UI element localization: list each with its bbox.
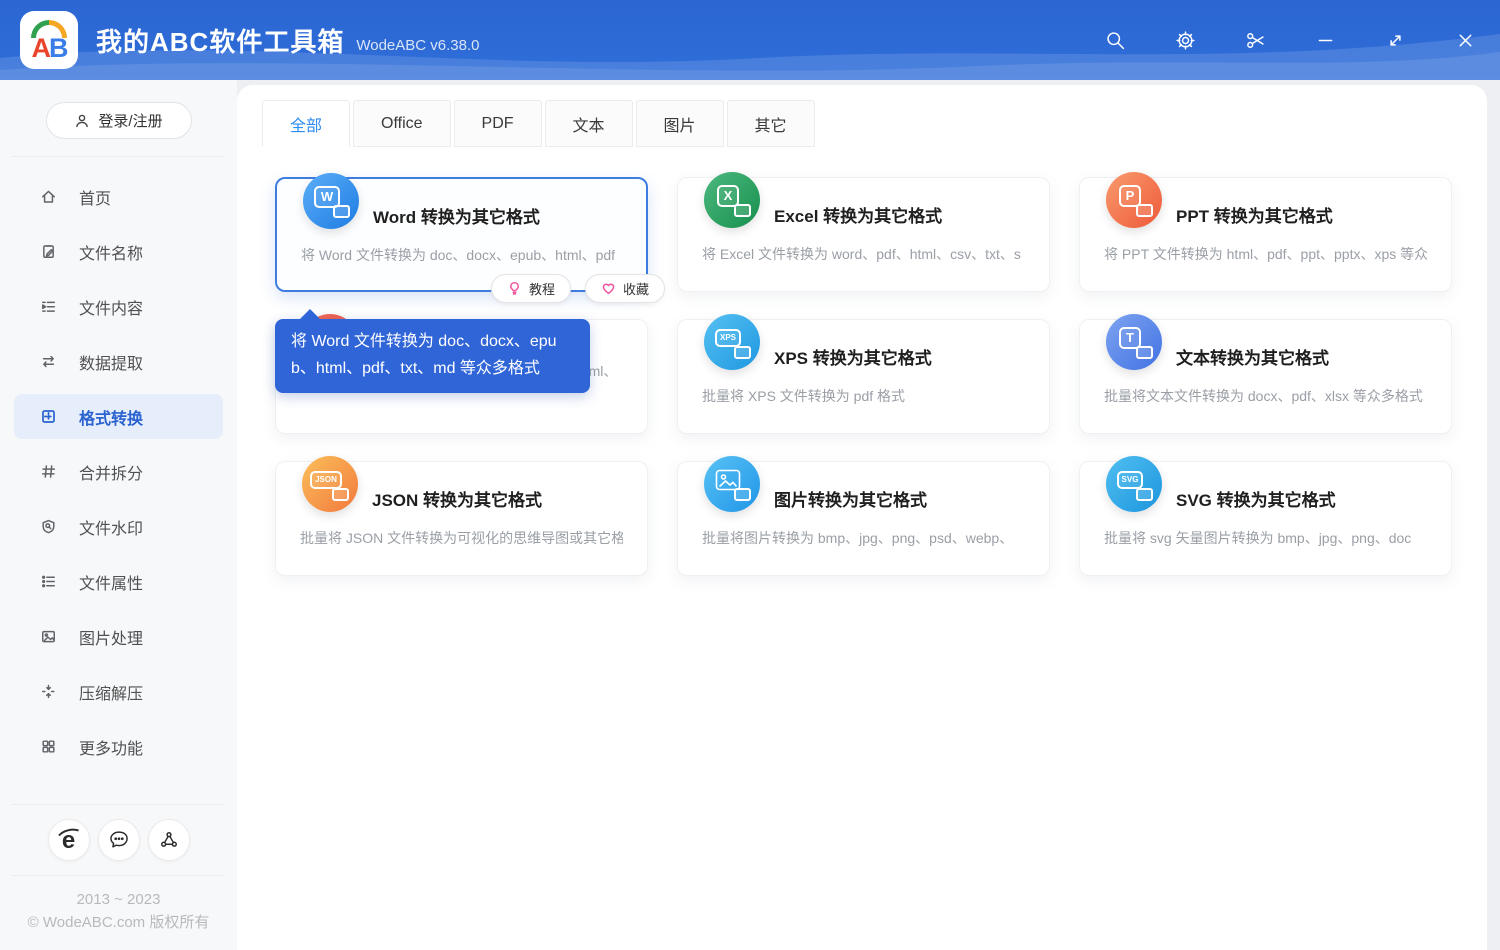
copyright-years: 2013 ~ 2023 [76,891,161,908]
sidebar-item-format-convert[interactable]: 格式转换 [0,389,237,444]
logo-letter-b: B [49,33,68,63]
tutorial-button[interactable]: 教程 [490,274,571,303]
card-image-convert[interactable]: 图片转换为其它格式 批量将图片转换为 bmp、jpg、png、psd、webp、 [677,456,1050,576]
sidebar-item-merge-split[interactable]: 合并拆分 [0,444,237,499]
ie-browser-icon[interactable]: e [47,819,90,861]
ppt-format-icon: P [1106,172,1162,228]
sidebar-item-compress[interactable]: 压缩解压 [0,664,237,719]
title-bar: AB 我的ABC软件工具箱 WodeABC v6.38.0 [0,0,1500,80]
image-process-icon [42,630,55,643]
sidebar-item-image-process[interactable]: 图片处理 [0,609,237,664]
copyright-text: © WodeABC.com 版权所有 [27,914,210,931]
word-format-icon: W [303,173,359,229]
user-icon [76,114,89,127]
compress-icon [42,684,55,699]
share-icon[interactable] [147,819,190,861]
bulb-icon [510,281,519,295]
login-register-button[interactable]: 登录/注册 [45,102,192,139]
card-ppt-convert[interactable]: P PPT 转换为其它格式 将 PPT 文件转换为 html、pdf、ppt、p… [1079,172,1452,292]
sidebar-item-file-content[interactable]: 文件内容 [0,279,237,334]
favorite-button[interactable]: 收藏 [584,274,665,303]
card-word-convert[interactable]: W Word 转换为其它格式 将 Word 文件转换为 doc、docx、epu… [275,173,665,303]
watermark-shield-icon [42,519,55,534]
card-text-convert[interactable]: T 文本转换为其它格式 批量将文本文件转换为 docx、pdf、xlsx 等众多… [1079,314,1452,434]
card-xps-convert[interactable]: XPS XPS 转换为其它格式 批量将 XPS 文件转换为 pdf 格式 [677,314,1050,434]
tab-other[interactable]: 其它 [726,100,815,147]
heart-icon [602,283,615,295]
file-name-icon [43,245,54,258]
tab-office[interactable]: Office [353,100,451,147]
text-format-icon: T [1106,314,1162,370]
minimize-icon[interactable] [1313,28,1337,52]
home-icon [42,190,55,203]
tab-image[interactable]: 图片 [635,100,724,147]
card-title: 文本转换为其它格式 [1176,349,1329,368]
file-props-icon [42,575,55,588]
card-title: PPT 转换为其它格式 [1176,207,1333,226]
sidebar-item-file-name[interactable]: 文件名称 [0,224,237,279]
app-logo: AB [20,11,78,69]
sidebar-item-data-extract[interactable]: 数据提取 [0,334,237,389]
sidebar-item-home[interactable]: 首页 [0,169,237,224]
sidebar: 登录/注册 首页 文件名称 文件内容 数据提取 格式转换 合并拆分 文件水印 文… [0,80,237,950]
gear-icon[interactable] [1173,28,1197,52]
card-description: 批量将文本文件转换为 docx、pdf、xlsx 等众多格式 [1104,388,1423,404]
sidebar-item-more[interactable]: 更多功能 [0,719,237,774]
logo-letter-a: A [31,33,51,63]
card-title: Word 转换为其它格式 [373,208,540,227]
card-description: 批量将 XPS 文件转换为 pdf 格式 [702,388,906,404]
card-json-convert[interactable]: JSON JSON 转换为其它格式 批量将 JSON 文件转换为可视化的思维导图… [275,456,648,576]
more-grid-icon [42,740,55,753]
card-title: JSON 转换为其它格式 [372,491,543,510]
card-description: 将 PPT 文件转换为 html、pdf、ppt、pptx、xps 等众 [1104,246,1427,262]
merge-split-icon [42,465,56,478]
tab-text[interactable]: 文本 [544,100,633,147]
card-description: 将 Excel 文件转换为 word、pdf、html、csv、txt、s [702,246,1021,262]
excel-format-icon: X [704,172,760,228]
card-description: 批量将图片转换为 bmp、jpg、png、psd、webp、 [702,530,1014,546]
category-tabs: 全部 Office PDF 文本 图片 其它 [262,100,1487,147]
word-convert-tooltip: 将 Word 文件转换为 doc、docx、epub、html、pdf、txt、… [275,309,590,393]
card-description: 将 Word 文件转换为 doc、docx、epub、html、pdf [301,247,616,263]
tab-all[interactable]: 全部 [262,100,351,147]
search-icon[interactable] [1103,28,1127,52]
login-register-label: 登录/注册 [98,113,163,130]
format-convert-icon [42,410,55,423]
card-description: 批量将 JSON 文件转换为可视化的思维导图或其它格 [300,530,623,546]
card-title: 图片转换为其它格式 [774,491,927,510]
card-title: Excel 转换为其它格式 [774,207,943,226]
feature-cards-grid: W Word 转换为其它格式 将 Word 文件转换为 doc、docx、epu… [275,172,1452,576]
maximize-icon[interactable] [1383,28,1407,52]
card-title: SVG 转换为其它格式 [1176,491,1336,510]
file-content-icon [42,301,55,312]
json-format-icon: JSON [302,456,358,512]
sidebar-item-watermark[interactable]: 文件水印 [0,499,237,554]
app-version: WodeABC v6.38.0 [356,36,480,54]
image-format-icon [704,456,760,512]
close-icon[interactable] [1453,28,1477,52]
main-panel: 全部 Office PDF 文本 图片 其它 W Word 转换为其它格式 将 … [237,85,1487,950]
data-extract-icon [42,355,55,368]
app-title: 我的ABC软件工具箱 [96,26,345,57]
card-description: 批量将 svg 矢量图片转换为 bmp、jpg、png、doc [1104,530,1412,546]
tab-pdf[interactable]: PDF [453,100,542,147]
xps-format-icon: XPS [704,314,760,370]
chat-icon[interactable] [97,819,140,861]
svg-format-icon: SVG [1106,456,1162,512]
card-excel-convert[interactable]: X Excel 转换为其它格式 将 Excel 文件转换为 word、pdf、h… [677,172,1050,292]
sidebar-item-file-props[interactable]: 文件属性 [0,554,237,609]
card-svg-convert[interactable]: SVG SVG 转换为其它格式 批量将 svg 矢量图片转换为 bmp、jpg、… [1079,456,1452,576]
scissors-icon[interactable] [1243,28,1267,52]
card-title: XPS 转换为其它格式 [774,349,932,368]
